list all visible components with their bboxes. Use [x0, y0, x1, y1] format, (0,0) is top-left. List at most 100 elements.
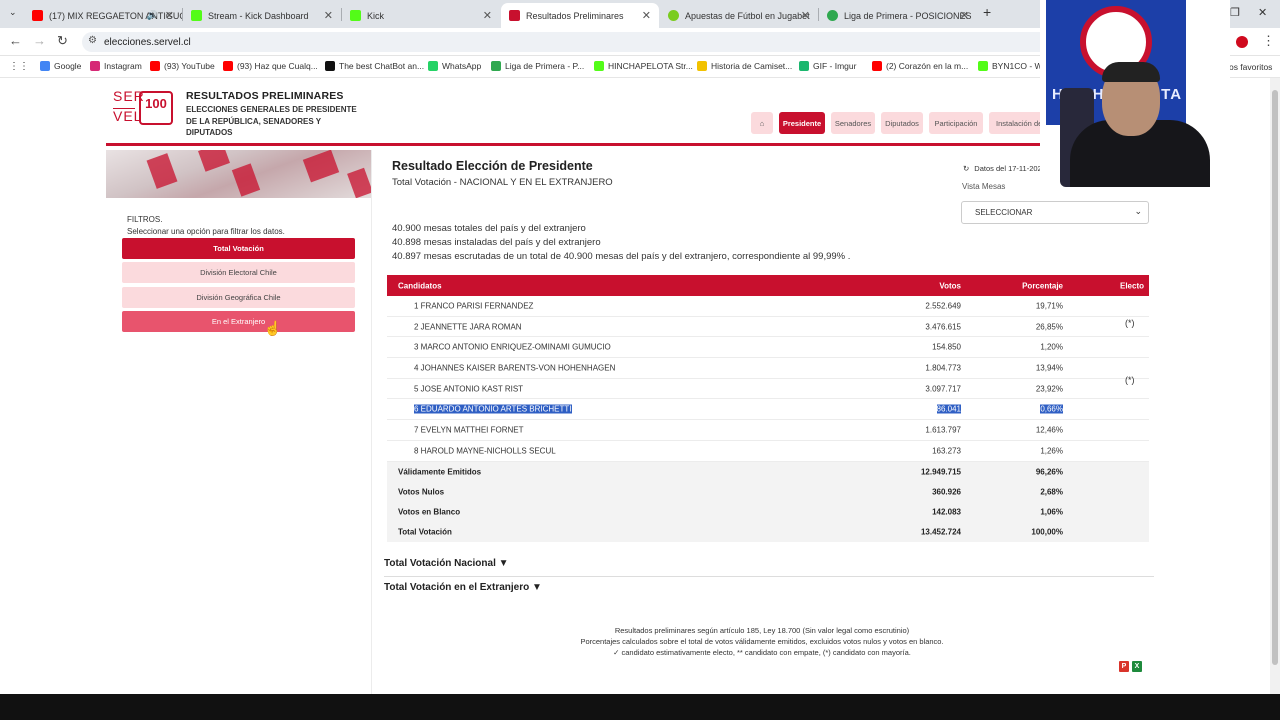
- candidate-percent: 1,20%: [1040, 342, 1063, 352]
- table-row: 6 EDUARDO ANTONIO ARTES BRICHETTI 86.041 0…: [387, 399, 1149, 421]
- bookmark-favicon-icon: [150, 61, 160, 71]
- bookmark-favicon-icon: [40, 61, 50, 71]
- bookmark-item[interactable]: (2) Corazón en la m...: [872, 61, 968, 71]
- totals-row: Total Votación 13.452.724 100,00%: [387, 521, 1149, 542]
- site-info-icon[interactable]: ⚙: [88, 35, 97, 46]
- candidate-percent: 0,66%: [1040, 404, 1063, 414]
- filter-extranjero[interactable]: En el Extranjero: [122, 311, 355, 332]
- bookmark-item[interactable]: Liga de Primera - P...: [491, 61, 584, 71]
- candidate-name: 8 HAROLD MAYNE-NICHOLLS SECUL: [414, 446, 556, 456]
- candidate-votes: 154.850: [932, 342, 961, 352]
- new-tab-icon[interactable]: +: [983, 4, 991, 20]
- forward-icon[interactable]: →: [33, 33, 46, 48]
- url-bar[interactable]: ⚙ elecciones.servel.cl: [82, 32, 1202, 52]
- bookmark-item[interactable]: HINCHAPELOTA Str...: [594, 61, 693, 71]
- candidate-votes: 86.041: [936, 404, 961, 414]
- mouse-cursor-icon: ☝: [264, 320, 282, 336]
- menu-icon[interactable]: ⋮: [1262, 33, 1275, 49]
- election-nav: ⌂ Presidente Senadores Diputados Partici…: [751, 112, 1069, 134]
- tab-reggaeton[interactable]: (17) MIX REGGAETON ANTIGUO 🔊 ✕: [24, 3, 182, 28]
- close-icon[interactable]: ✕: [642, 9, 651, 22]
- total-votes: 13.452.724: [920, 527, 961, 536]
- webcam-overlay: HINCHAPELOTA: [1040, 0, 1230, 187]
- close-icon[interactable]: ✕: [801, 9, 810, 22]
- electo-mark: (*): [1125, 374, 1135, 385]
- bookmark-item[interactable]: (93) Haz que Cualq...: [223, 61, 318, 71]
- tab-participacion[interactable]: Participación: [929, 112, 983, 134]
- taskbar: [0, 694, 1280, 720]
- filter-total-votacion[interactable]: Total Votación: [122, 238, 355, 259]
- maximize-icon[interactable]: ❐: [1230, 6, 1240, 19]
- close-icon[interactable]: ✕: [960, 9, 969, 22]
- pdf-download-icon[interactable]: P: [1119, 661, 1129, 672]
- candidate-name: 7 EVELYN MATTHEI FORNET: [414, 425, 524, 435]
- table-row: 4 JOHANNES KAISER BARENTS-VON HOHENHAGEN…: [387, 358, 1149, 379]
- vista-select[interactable]: SELECCIONAR ⌄: [961, 201, 1149, 224]
- filters-description: Seleccionar una opción para filtrar los …: [127, 227, 285, 236]
- total-votes: 12.949.715: [920, 467, 961, 476]
- results-table: Candidatos Votos Porcentaje Electo 1 FRA…: [387, 275, 1149, 542]
- tab-resultados[interactable]: Resultados Preliminares ✕: [501, 3, 659, 28]
- filter-division-geografica[interactable]: División Geográfica Chile: [122, 287, 355, 308]
- close-icon[interactable]: ✕: [165, 9, 174, 22]
- accordion-extranjero[interactable]: Total Votación en el Extranjero ▼: [384, 582, 542, 593]
- candidate-votes: 2.552.649: [925, 301, 961, 311]
- tab-senadores[interactable]: Senadores: [831, 112, 875, 134]
- mesas-totales: 40.900 mesas totales del país y del extr…: [392, 223, 586, 234]
- back-icon[interactable]: ←: [9, 33, 22, 48]
- totals-row: Votos en Blanco 142.083 1,06%: [387, 501, 1149, 522]
- candidate-votes: 3.097.717: [925, 384, 961, 394]
- tab-jugabet[interactable]: Apuestas de Fútbol en Jugabet ✕: [660, 3, 818, 28]
- excel-download-icon[interactable]: X: [1132, 661, 1142, 672]
- total-percent: 96,26%: [1035, 467, 1063, 476]
- jugabet-favicon-icon: [668, 10, 679, 21]
- bookmark-favicon-icon: [799, 61, 809, 71]
- close-icon[interactable]: ✕: [324, 9, 333, 22]
- bookmark-item[interactable]: GIF - Imgur: [799, 61, 856, 71]
- page-subtitle: ELECCIONES GENERALES DE PRESIDENTE DE LA…: [186, 105, 357, 137]
- bookmark-item[interactable]: The best ChatBot an...: [325, 61, 424, 71]
- bookmark-favicon-icon: [978, 61, 988, 71]
- home-button[interactable]: ⌂: [751, 112, 773, 134]
- bookmark-favicon-icon: [872, 61, 882, 71]
- bookmark-item[interactable]: Historia de Camiset...: [697, 61, 792, 71]
- streamer-hair: [1102, 62, 1160, 82]
- profile-avatar[interactable]: [1236, 36, 1248, 48]
- candidate-name: 5 JOSE ANTONIO KAST RIST: [414, 384, 524, 394]
- candidate-votes: 1.804.773: [925, 363, 961, 373]
- bookmark-item[interactable]: Instagram: [90, 61, 142, 71]
- scrollbar[interactable]: [1270, 78, 1280, 694]
- candidate-percent: 12,46%: [1035, 425, 1063, 435]
- tab-search-icon[interactable]: ⌄: [9, 7, 17, 18]
- scrollbar-thumb[interactable]: [1272, 90, 1278, 665]
- tab-liga[interactable]: Liga de Primera - POSICIONES ✕: [819, 3, 977, 28]
- speaker-icon[interactable]: 🔊: [147, 10, 158, 21]
- tab-kick[interactable]: Kick ✕: [342, 3, 500, 28]
- candidate-percent: 26,85%: [1035, 322, 1063, 332]
- data-timestamp: ↻ Datos del 17-11-2025 0: [963, 164, 1053, 173]
- table-row: 1 FRANCO PARISI FERNANDEZ 2.552.649 19,71%: [387, 296, 1149, 317]
- tab-kick-dashboard[interactable]: Stream - Kick Dashboard ✕: [183, 3, 341, 28]
- kick-favicon-icon: [350, 10, 361, 21]
- bookmark-item[interactable]: WhatsApp: [428, 61, 481, 71]
- close-icon[interactable]: ✕: [483, 9, 492, 22]
- bookmark-item[interactable]: (93) YouTube: [150, 61, 215, 71]
- tab-label: (17) MIX REGGAETON ANTIGUO: [49, 10, 182, 21]
- apps-icon[interactable]: ⋮⋮: [9, 61, 29, 72]
- reload-icon[interactable]: ↻: [57, 33, 68, 49]
- url-text[interactable]: elecciones.servel.cl: [104, 37, 191, 48]
- tab-presidente[interactable]: Presidente: [779, 112, 825, 134]
- accordion-nacional[interactable]: Total Votación Nacional ▼: [384, 558, 509, 569]
- close-window-icon[interactable]: ✕: [1258, 6, 1267, 19]
- bookmark-item[interactable]: Google: [40, 61, 81, 71]
- refresh-icon[interactable]: ↻: [963, 164, 969, 173]
- total-label: Votos Nulos: [398, 487, 445, 496]
- mesas-escrutadas: 40.897 mesas escrutadas de un total de 4…: [392, 251, 851, 262]
- table-row: 3 MARCO ANTONIO ENRIQUEZ-OMINAMI GUMUCIO…: [387, 337, 1149, 359]
- total-percent: 1,06%: [1040, 507, 1063, 516]
- servel-logo[interactable]: SER VEL 100: [113, 88, 175, 128]
- filter-division-electoral[interactable]: División Electoral Chile: [122, 262, 355, 283]
- tab-diputados[interactable]: Diputados: [881, 112, 923, 134]
- header-porcentaje: Porcentaje: [1022, 281, 1063, 290]
- sidebar-banner-image: [106, 150, 371, 198]
